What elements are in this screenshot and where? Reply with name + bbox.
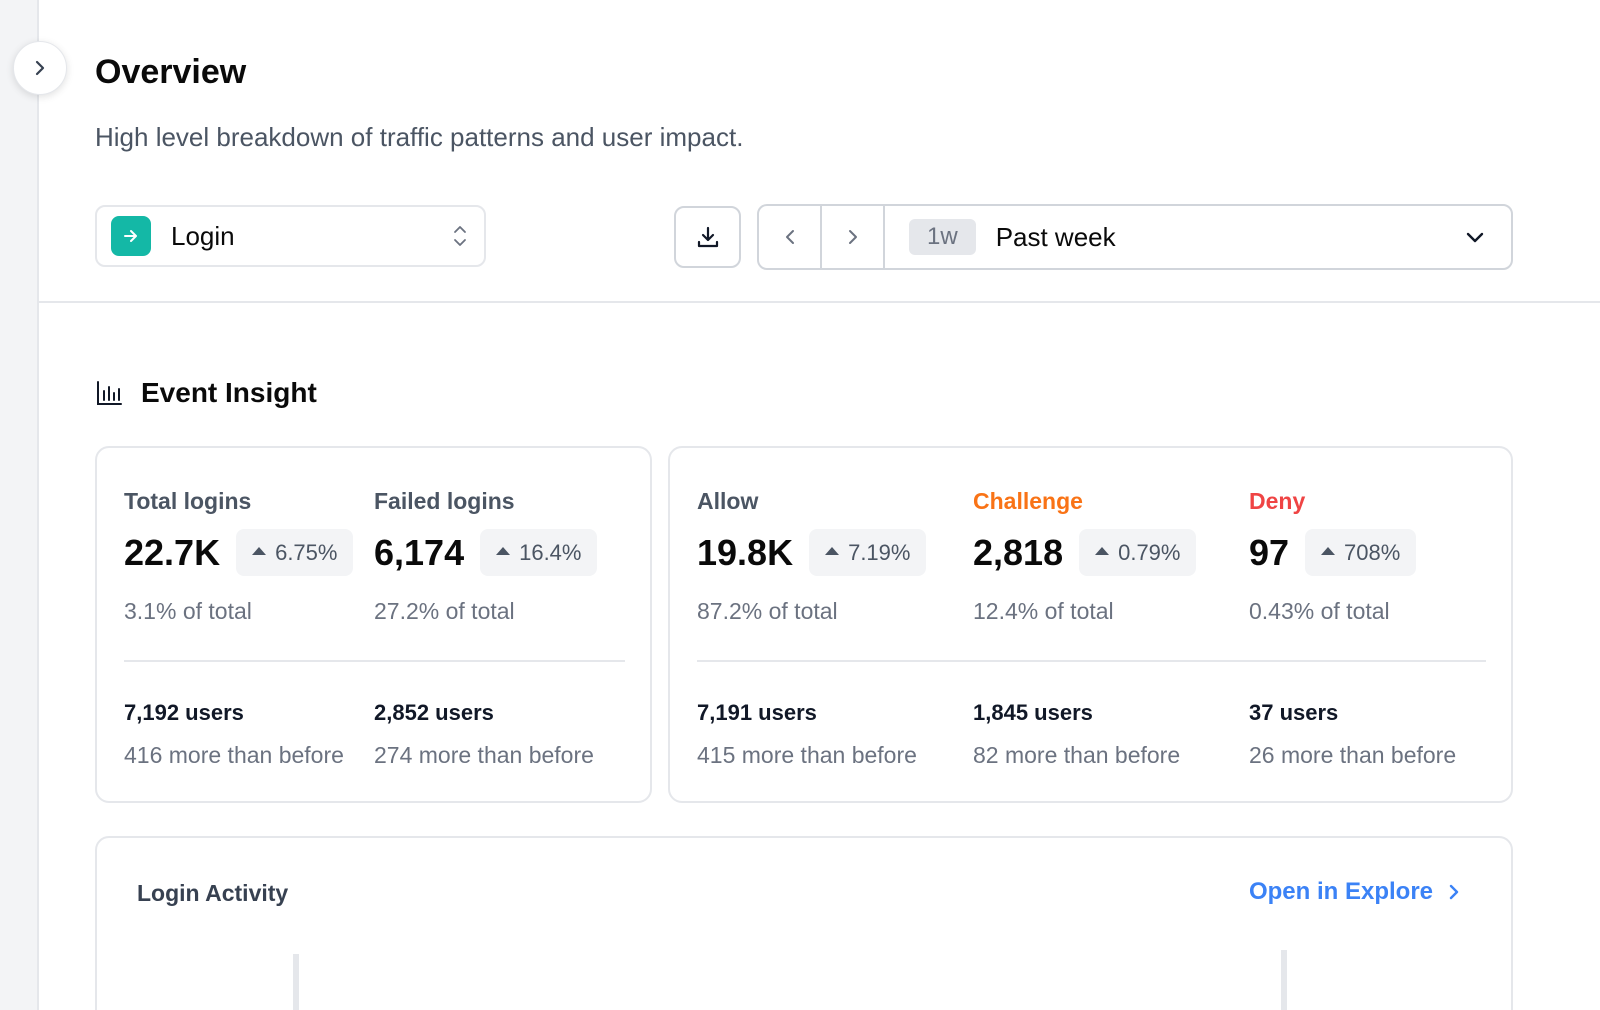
metric-failed-logins: Failed logins 6,174 16.4% 27.2% of total <box>374 488 598 625</box>
card-divider <box>697 660 1486 662</box>
user-delta: 26 more than before <box>1249 742 1457 768</box>
arrow-right-icon <box>111 216 151 256</box>
sidebar-strip <box>0 0 39 1010</box>
trend-up-icon <box>496 547 511 555</box>
chevron-left-icon <box>785 230 794 244</box>
metric-value: 6,174 <box>374 531 465 573</box>
change-badge: 6.75% <box>236 529 354 576</box>
card-divider <box>124 660 625 662</box>
trend-up-icon <box>1321 547 1336 555</box>
chart-bar <box>293 954 299 1010</box>
change-badge: 7.19% <box>809 529 927 576</box>
change-value: 7.19% <box>848 539 911 565</box>
login-activity-card: Login Activity Open in Explore <box>95 836 1513 1010</box>
metric-value: 22.7K <box>124 531 221 573</box>
change-badge: 708% <box>1305 529 1417 576</box>
chart-bar <box>1281 950 1287 1010</box>
change-value: 0.79% <box>1118 539 1181 565</box>
users-challenge: 1,845 users 82 more than before <box>973 700 1180 769</box>
change-badge: 0.79% <box>1079 529 1197 576</box>
download-icon <box>697 226 718 248</box>
chevron-down-icon <box>1466 232 1484 243</box>
logins-card: Total logins 22.7K 6.75% 3.1% of total F… <box>95 446 652 803</box>
metric-share: 0.43% of total <box>1249 598 1390 624</box>
event-type-select[interactable]: Login <box>95 205 486 267</box>
metric-share: 12.4% of total <box>973 598 1114 624</box>
metric-value: 2,818 <box>973 531 1064 573</box>
open-in-explore-label: Open in Explore <box>1248 878 1433 905</box>
range-badge: 1w <box>909 219 976 255</box>
metric-challenge: Challenge 2,818 0.79% 12.4% of total <box>973 488 1197 625</box>
chevron-up-down-icon <box>454 226 466 246</box>
bar-chart-icon <box>97 381 122 405</box>
event-type-value: Login <box>171 220 235 251</box>
metric-share: 87.2% of total <box>697 598 838 624</box>
metric-label: Failed logins <box>374 488 515 514</box>
expand-sidebar-button[interactable] <box>13 41 67 95</box>
section-title: Event Insight <box>141 377 317 408</box>
users-allow: 7,191 users 415 more than before <box>697 700 917 769</box>
event-insight-header: Event Insight <box>95 377 317 409</box>
metric-label: Allow <box>697 488 759 514</box>
metric-total-logins: Total logins 22.7K 6.75% 3.1% of total <box>124 488 354 625</box>
users-deny: 37 users 26 more than before <box>1249 700 1456 769</box>
chevron-right-icon <box>1449 884 1459 900</box>
user-count: 37 users <box>1249 700 1339 725</box>
metric-deny: Deny 97 708% 0.43% of total <box>1249 488 1417 625</box>
page-title: Overview <box>95 53 247 91</box>
metric-value: 97 <box>1249 531 1290 573</box>
user-delta: 416 more than before <box>124 742 344 768</box>
chevron-right-icon <box>848 230 857 244</box>
user-count: 1,845 users <box>973 700 1093 725</box>
chevron-right-icon <box>35 60 45 76</box>
user-count: 2,852 users <box>374 700 494 725</box>
user-count: 7,191 users <box>697 700 817 725</box>
decisions-card: Allow 19.8K 7.19% 87.2% of total Challen… <box>668 446 1513 803</box>
change-value: 6.75% <box>275 539 338 565</box>
change-badge: 16.4% <box>480 529 598 576</box>
metric-share: 3.1% of total <box>124 598 252 624</box>
metric-label: Deny <box>1249 488 1306 514</box>
metric-label: Challenge <box>973 488 1083 514</box>
metric-share: 27.2% of total <box>374 598 515 624</box>
open-in-explore-link[interactable]: Open in Explore <box>1249 878 1465 906</box>
range-label: Past week <box>995 221 1116 252</box>
page-subtitle: High level breakdown of traffic patterns… <box>95 122 744 152</box>
next-range-button[interactable] <box>822 206 885 268</box>
trend-up-icon <box>825 547 840 555</box>
trend-up-icon <box>252 547 267 555</box>
user-delta: 415 more than before <box>697 742 917 768</box>
login-activity-title: Login Activity <box>137 880 289 906</box>
change-value: 708% <box>1344 539 1401 565</box>
user-count: 7,192 users <box>124 700 244 725</box>
users-failed-logins: 2,852 users 274 more than before <box>374 700 594 769</box>
previous-range-button[interactable] <box>759 206 822 268</box>
change-value: 16.4% <box>519 539 582 565</box>
date-range-group: 1w Past week <box>757 204 1513 270</box>
date-range-select[interactable]: 1w Past week <box>885 206 1511 268</box>
user-delta: 274 more than before <box>374 742 594 768</box>
header-divider <box>39 301 1600 303</box>
metric-allow: Allow 19.8K 7.19% 87.2% of total <box>697 488 927 625</box>
download-button[interactable] <box>674 206 741 268</box>
metric-label: Total logins <box>124 488 252 514</box>
metric-value: 19.8K <box>697 531 794 573</box>
users-total-logins: 7,192 users 416 more than before <box>124 700 344 769</box>
user-delta: 82 more than before <box>973 742 1181 768</box>
trend-up-icon <box>1095 547 1110 555</box>
